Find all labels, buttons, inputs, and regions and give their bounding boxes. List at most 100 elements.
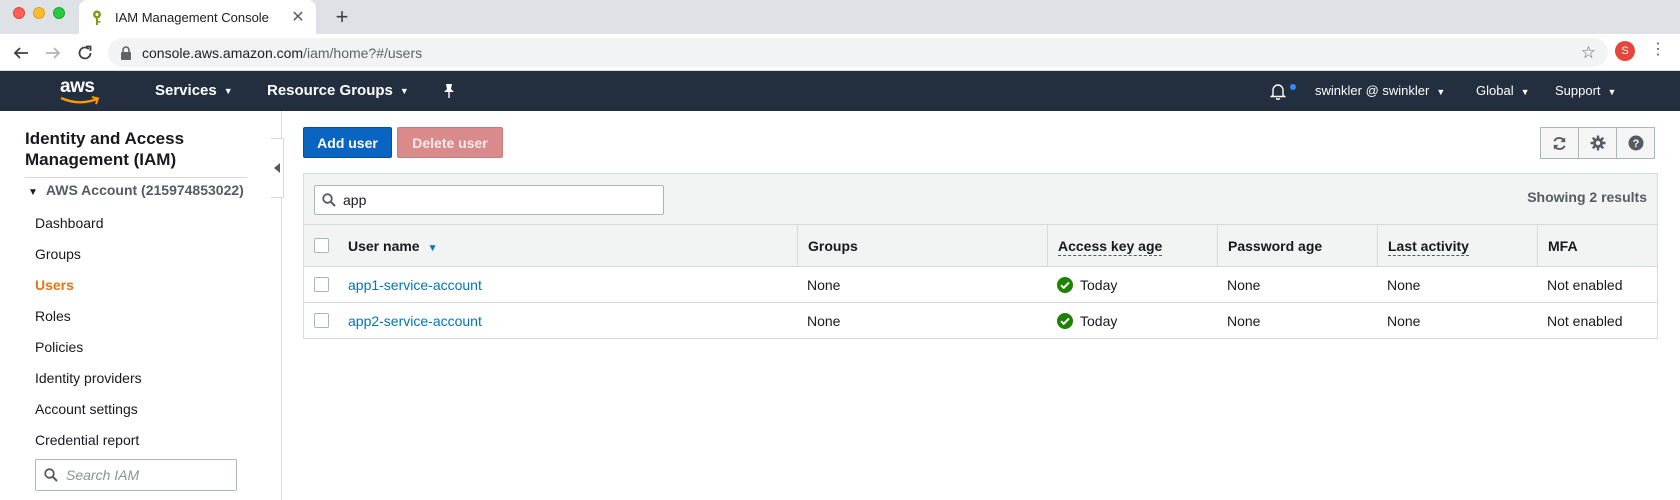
user-filter-input[interactable] bbox=[343, 192, 643, 208]
sidebar-title: Identity and Access Management (IAM) bbox=[25, 128, 247, 178]
sidebar-item-policies[interactable]: Policies bbox=[35, 339, 83, 355]
users-table: Showing 2 results User name ▼ Groups Acce… bbox=[303, 173, 1658, 339]
user-name-link[interactable]: app1-service-account bbox=[348, 277, 482, 293]
mfa-cell: Not enabled bbox=[1547, 277, 1623, 293]
access-key-age-value: Today bbox=[1080, 313, 1118, 329]
password-age-cell: None bbox=[1227, 313, 1261, 329]
table-header: User name ▼ Groups Access key age Passwor… bbox=[304, 225, 1657, 267]
column-mfa[interactable]: MFA bbox=[1537, 225, 1657, 267]
caret-left-icon bbox=[274, 163, 280, 173]
refresh-button[interactable] bbox=[1540, 127, 1579, 159]
account-menu[interactable]: swinkler @ swinkler ▼ bbox=[1315, 71, 1445, 111]
profile-avatar[interactable]: S bbox=[1615, 41, 1635, 61]
pin-icon[interactable] bbox=[442, 71, 456, 111]
chevron-down-icon: ▼ bbox=[1520, 86, 1530, 97]
close-tab-icon[interactable]: ✕ bbox=[290, 7, 306, 27]
new-tab-button[interactable]: + bbox=[331, 4, 353, 30]
sidebar-search bbox=[35, 459, 237, 491]
sidebar-account-toggle[interactable]: ▼ AWS Account (215974853022) bbox=[28, 182, 244, 198]
aws-smile-icon bbox=[60, 96, 100, 105]
filter-bar: Showing 2 results bbox=[304, 174, 1657, 225]
services-label: Services bbox=[155, 82, 217, 99]
table-tools: ? bbox=[1540, 127, 1658, 159]
svg-text:?: ? bbox=[1632, 138, 1639, 150]
forward-arrow-icon[interactable] bbox=[41, 41, 65, 65]
delete-user-button[interactable]: Delete user bbox=[397, 127, 503, 158]
resource-groups-menu[interactable]: Resource Groups ▼ bbox=[267, 71, 409, 111]
user-name-cell: app2-service-account bbox=[338, 303, 482, 339]
help-icon: ? bbox=[1628, 135, 1643, 151]
column-access-key-age[interactable]: Access key age bbox=[1047, 225, 1217, 267]
settings-button[interactable] bbox=[1578, 127, 1617, 159]
select-all-checkbox[interactable] bbox=[314, 238, 329, 253]
maximize-window-button[interactable] bbox=[53, 7, 65, 19]
success-check-icon bbox=[1057, 277, 1073, 294]
column-label: User name bbox=[348, 238, 420, 254]
column-label: Groups bbox=[808, 238, 858, 254]
aws-logo[interactable]: aws bbox=[60, 76, 100, 105]
tab-title: IAM Management Console bbox=[115, 9, 269, 25]
row-checkbox[interactable] bbox=[314, 277, 329, 292]
browser-tabstrip: IAM Management Console ✕ + bbox=[0, 0, 1680, 34]
access-key-age-cell: Today bbox=[1047, 267, 1117, 303]
sidebar-item-users[interactable]: Users bbox=[35, 277, 74, 293]
column-label: MFA bbox=[1548, 238, 1578, 254]
column-user-name[interactable]: User name ▼ bbox=[338, 225, 801, 267]
search-icon bbox=[44, 468, 58, 482]
chevron-down-icon: ▼ bbox=[223, 86, 233, 97]
search-icon bbox=[322, 193, 336, 207]
region-label: Global bbox=[1476, 83, 1514, 98]
sidebar-item-credential-report[interactable]: Credential report bbox=[35, 432, 139, 448]
results-count: Showing 2 results bbox=[1527, 189, 1647, 205]
services-menu[interactable]: Services ▼ bbox=[155, 71, 233, 111]
support-menu[interactable]: Support ▼ bbox=[1555, 71, 1616, 111]
user-filter bbox=[314, 185, 664, 215]
reload-icon[interactable] bbox=[73, 41, 97, 65]
caret-down-icon: ▼ bbox=[28, 187, 38, 198]
row-checkbox[interactable] bbox=[314, 313, 329, 328]
sidebar-item-roles[interactable]: Roles bbox=[35, 308, 71, 324]
account-label: swinkler @ swinkler bbox=[1315, 83, 1430, 98]
column-password-age[interactable]: Password age bbox=[1217, 225, 1377, 267]
browser-menu-icon[interactable]: ⋮ bbox=[1650, 40, 1666, 60]
chevron-down-icon: ▼ bbox=[1607, 86, 1617, 97]
last-activity-cell: None bbox=[1387, 313, 1421, 329]
sidebar-item-dashboard[interactable]: Dashboard bbox=[35, 215, 104, 231]
url-host: console.aws.amazon.com bbox=[142, 44, 304, 61]
notifications-bell-icon[interactable] bbox=[1269, 71, 1287, 111]
sidebar-item-groups[interactable]: Groups bbox=[35, 246, 81, 262]
address-bar[interactable]: console.aws.amazon.com/iam/home?#/users … bbox=[108, 38, 1608, 67]
url-text: console.aws.amazon.com/iam/home?#/users bbox=[142, 45, 422, 61]
sort-descending-icon: ▼ bbox=[427, 243, 438, 254]
access-key-age-value: Today bbox=[1080, 277, 1118, 293]
help-button[interactable]: ? bbox=[1616, 127, 1655, 159]
search-iam-input[interactable] bbox=[66, 467, 226, 483]
column-last-activity[interactable]: Last activity bbox=[1377, 225, 1537, 267]
chevron-down-icon: ▼ bbox=[1436, 86, 1446, 97]
success-check-icon bbox=[1057, 313, 1073, 330]
table-row[interactable]: app2-service-account None Today None Non… bbox=[304, 303, 1657, 339]
support-label: Support bbox=[1555, 83, 1601, 98]
aws-logo-text: aws bbox=[60, 76, 95, 97]
iam-favicon-icon bbox=[89, 9, 105, 25]
bookmark-star-icon[interactable]: ☆ bbox=[1581, 43, 1596, 63]
groups-cell: None bbox=[807, 313, 841, 329]
column-label: Password age bbox=[1228, 238, 1323, 254]
sidebar: Identity and Access Management (IAM) ▼ AW… bbox=[0, 111, 282, 500]
browser-tab-iam[interactable]: IAM Management Console ✕ bbox=[79, 0, 316, 34]
user-name-link[interactable]: app2-service-account bbox=[348, 313, 482, 329]
minimize-window-button[interactable] bbox=[33, 7, 45, 19]
column-label: Access key age bbox=[1058, 238, 1163, 256]
column-groups[interactable]: Groups bbox=[797, 225, 1047, 267]
add-user-button[interactable]: Add user bbox=[303, 127, 392, 158]
back-arrow-icon[interactable] bbox=[9, 41, 33, 65]
close-window-button[interactable] bbox=[13, 7, 25, 19]
region-menu[interactable]: Global ▼ bbox=[1476, 71, 1530, 111]
groups-cell: None bbox=[807, 277, 841, 293]
column-label: Last activity bbox=[1388, 238, 1469, 256]
sidebar-item-identity-providers[interactable]: Identity providers bbox=[35, 370, 142, 386]
collapse-sidebar-button[interactable] bbox=[271, 138, 284, 198]
chevron-down-icon: ▼ bbox=[399, 86, 409, 97]
sidebar-item-account-settings[interactable]: Account settings bbox=[35, 401, 138, 417]
table-row[interactable]: app1-service-account None Today None Non… bbox=[304, 267, 1657, 303]
